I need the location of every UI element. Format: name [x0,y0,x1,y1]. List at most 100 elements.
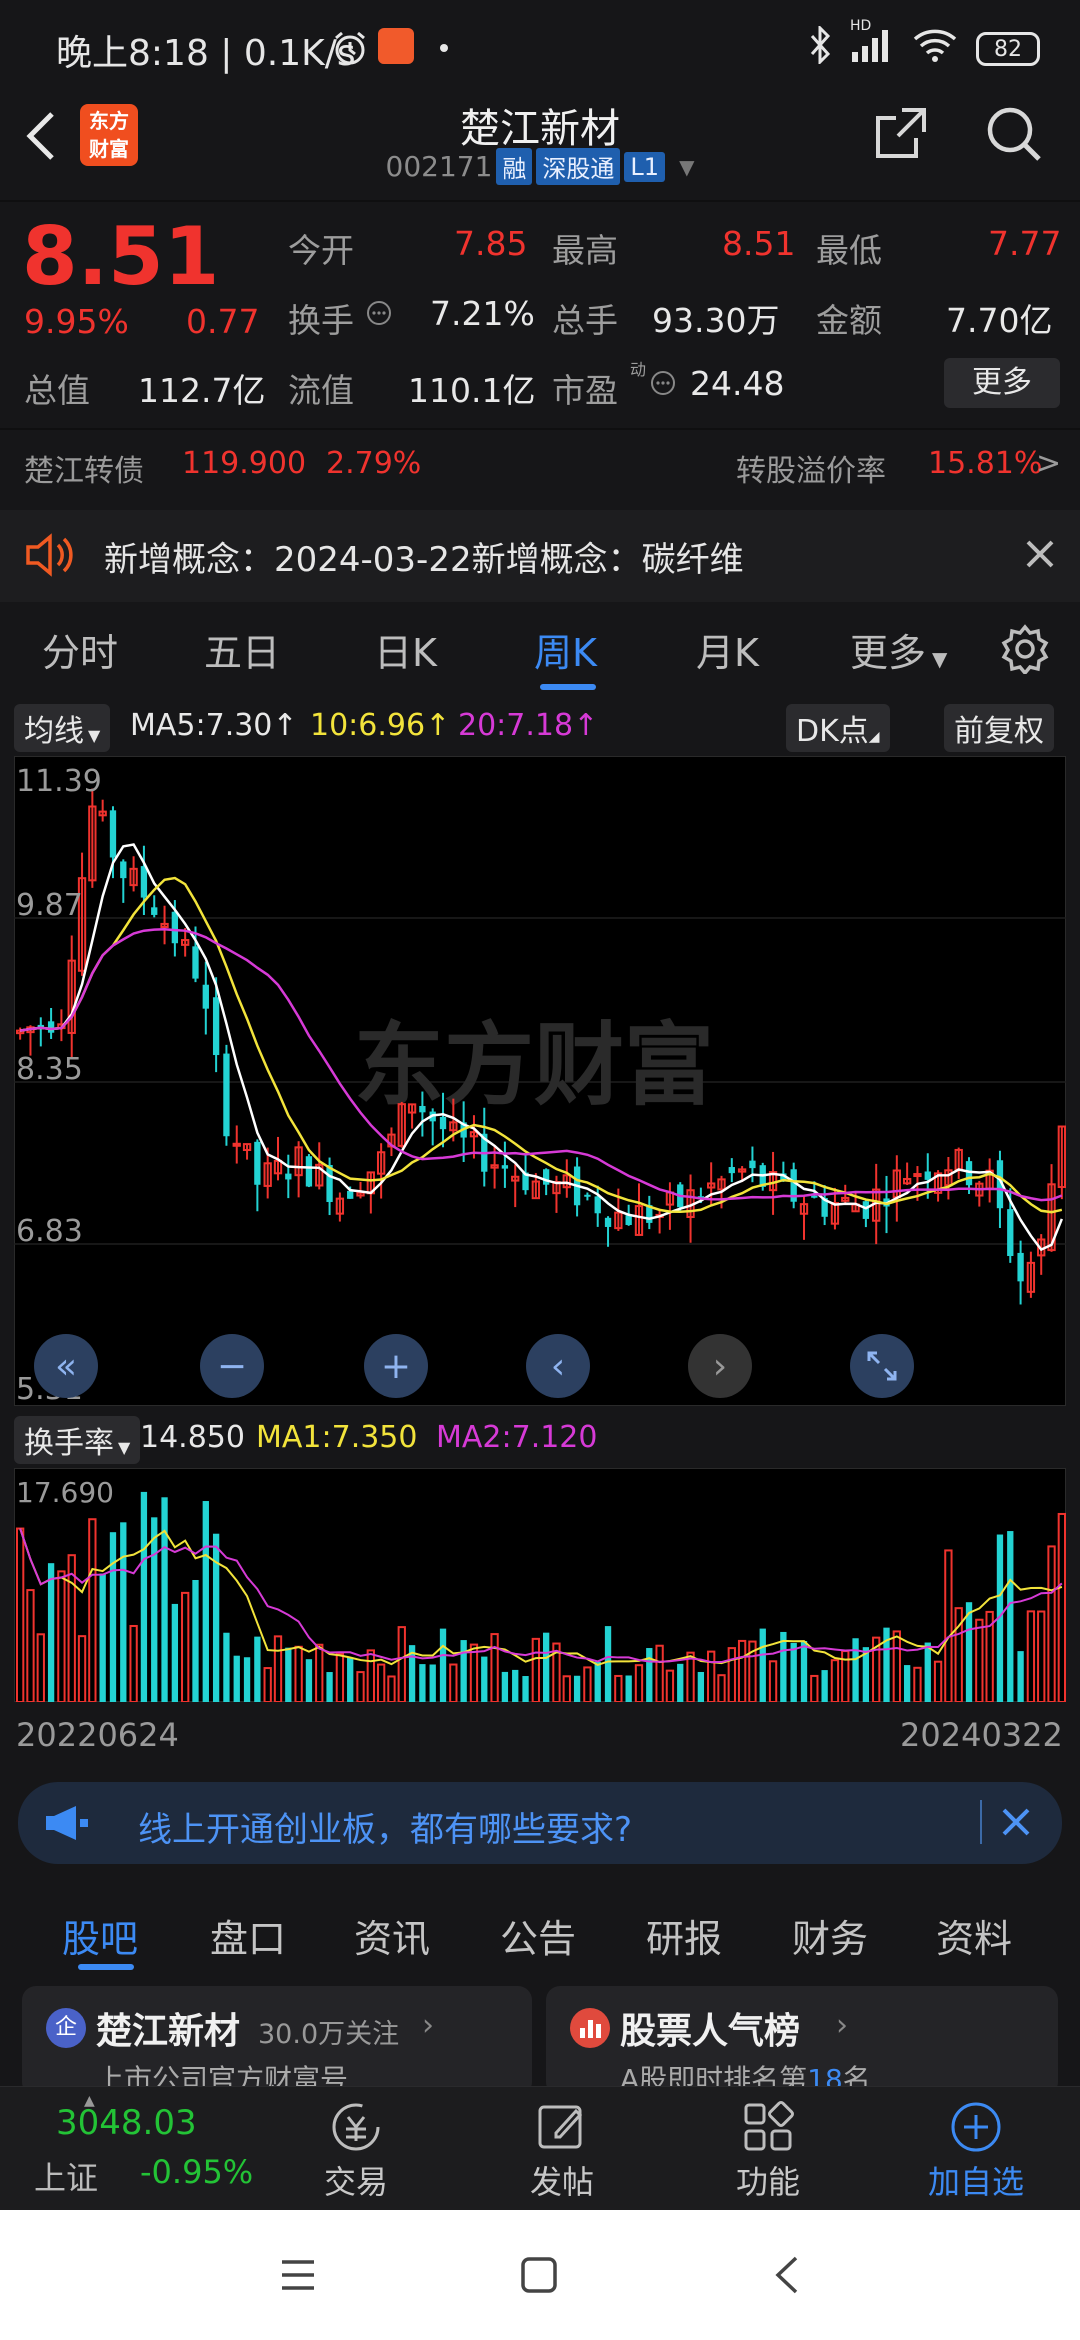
tab-weekly-k[interactable]: 周K [534,622,597,677]
tab-guba[interactable]: 股吧 [62,1908,138,1963]
change-amt: 0.77 [186,302,260,341]
nav-trade[interactable]: 交易 [286,2097,426,2203]
ma-mode-select[interactable]: 均线 ▼ [14,704,111,752]
stock-header: 东方 财富 楚江新材 002171 融 深股通 L1 ▼ [0,96,1080,200]
fullscreen-icon[interactable] [850,1334,914,1398]
turnover-bar [192,1579,199,1702]
volume-ma1: MA1:7.350 [256,1420,418,1455]
tab-finance[interactable]: 财务 [792,1908,868,1963]
pe-info-icon[interactable] [650,370,676,400]
adjust-button[interactable]: 前复权 [944,704,1054,752]
bond-name[interactable]: 楚江转债 [24,446,144,490]
tab-timeshare[interactable]: 分时 [42,622,118,677]
kline-svg: 东方财富 [13,755,1067,1407]
turnover-bar [852,1638,859,1702]
banner-close-icon[interactable] [996,1802,1036,1846]
tab-daily-k[interactable]: 日K [374,622,437,677]
candle-body [232,1142,241,1147]
divider [0,428,1080,430]
turnover-bar [800,1640,808,1702]
pe-label: 市盈 [552,371,618,410]
add-circle-icon [906,2097,1046,2157]
candle-body [543,1169,550,1185]
settings-icon[interactable] [1000,624,1050,678]
float-value: 110.1亿 [408,371,536,410]
bottom-nav: 3048.03 ▲ 上证 -0.95% 交易 发帖 功能 加自选 [0,2086,1080,2210]
banner-divider [980,1800,982,1844]
ma10-label: 10:6.96↑ [310,708,451,743]
index-value[interactable]: 3048.03 [56,2103,197,2143]
company-card-followers: 30.0万关注 [258,2019,400,2050]
nav-post[interactable]: 发帖 [492,2097,632,2203]
zoom-in-icon[interactable]: + [364,1334,428,1398]
dk-point-button[interactable]: DK点◢ [786,704,890,752]
tab-research[interactable]: 研报 [646,1908,722,1963]
candle-body [604,1217,612,1227]
candle-body [594,1196,601,1214]
start-date: 20220624 [16,1716,179,1754]
turnover-bar [223,1632,230,1702]
home-icon[interactable] [520,2256,558,2298]
more-button[interactable]: 更多 [944,358,1060,408]
ma-header: 均线 ▼ MA5:7.30↑ 10:6.96↑ 20:7.18↑ DK点◢ 前复权 [0,702,1080,752]
turnover-bar [120,1522,127,1702]
fast-rewind-icon[interactable]: « [34,1334,98,1398]
turnover-bar [326,1672,333,1702]
tab-pankou[interactable]: 盘口 [210,1908,286,1963]
turnover-bar [924,1642,931,1702]
candle-body [140,866,148,898]
candle-body [811,1195,818,1198]
scroll-left-icon[interactable]: ‹ [526,1334,590,1398]
bluetooth-icon [808,24,832,72]
edit-icon [492,2097,632,2157]
candle-body [151,907,158,915]
mktcap-value: 112.7亿 [138,371,266,410]
scroll-right-icon[interactable]: › [688,1334,752,1398]
banner-text: 线上开通创业板，都有哪些要求? [138,1810,633,1850]
candle-body [749,1160,756,1169]
candle-body [254,1141,261,1185]
tab-fiveday[interactable]: 五日 [204,622,280,677]
speaker-icon [24,530,76,584]
popularity-card[interactable]: 股票人气榜 › A股即时排名第18名 [546,1986,1058,2096]
tab-announcements[interactable]: 公告 [500,1908,576,1963]
menu-icon[interactable] [278,2258,318,2296]
tab-monthly-k[interactable]: 月K [696,622,759,677]
turnover-bar [99,1573,106,1702]
premium-arrow[interactable]: > [1036,446,1061,481]
turnover-bar [522,1676,529,1702]
nav-add-watchlist[interactable]: 加自选 [906,2097,1046,2203]
turnover-bar [481,1656,488,1702]
search-icon[interactable] [984,104,1044,168]
share-icon[interactable] [872,104,930,166]
turnover-bar [625,1675,632,1702]
turnover-bar [243,1657,251,1702]
volume-mode-select[interactable]: 换手率 ▼ [14,1416,141,1464]
bond-pct: 2.79% [326,446,422,481]
company-card[interactable]: 企 楚江新材 30.0万关注 › 上市公司官方财富号 [22,1986,532,2096]
candle-body [202,984,209,1009]
tab-more[interactable]: 更多 ▼ [850,622,947,677]
concept-notice[interactable]: 新增概念：2024-03-22新增概念：碳纤维 [0,510,1080,602]
candle-body [965,1161,973,1186]
status-bar: 晚上8:18 | 0.1K/s HD 82 [0,0,1080,96]
info-icon[interactable] [366,300,392,330]
popularity-card-title: 股票人气榜 [620,2011,801,2052]
nav-functions[interactable]: 功能 [698,2097,838,2203]
grid-icon [698,2097,838,2157]
wifi-icon [912,27,958,71]
tab-news[interactable]: 资讯 [354,1908,430,1963]
back-nav-icon[interactable] [772,2254,802,2300]
signal-icon: HD [850,18,894,70]
zoom-out-icon[interactable]: − [200,1334,264,1398]
close-icon[interactable] [1020,534,1060,578]
turnover-bar [677,1663,684,1702]
kline-chart[interactable]: 东方财富 11.39 9.87 8.35 6.83 5.31 « − + ‹ › [13,755,1067,1407]
current-price: 8.51 [22,210,220,303]
turnover-chart[interactable]: 17.690 [13,1467,1067,1704]
promo-banner[interactable]: 线上开通创业板，都有哪些要求? [18,1782,1062,1864]
turnover-bar [790,1642,797,1702]
pe-value: 24.48 [690,364,785,403]
tab-profile[interactable]: 资料 [936,1908,1012,1963]
dropdown-icon[interactable]: ▼ [679,155,694,179]
